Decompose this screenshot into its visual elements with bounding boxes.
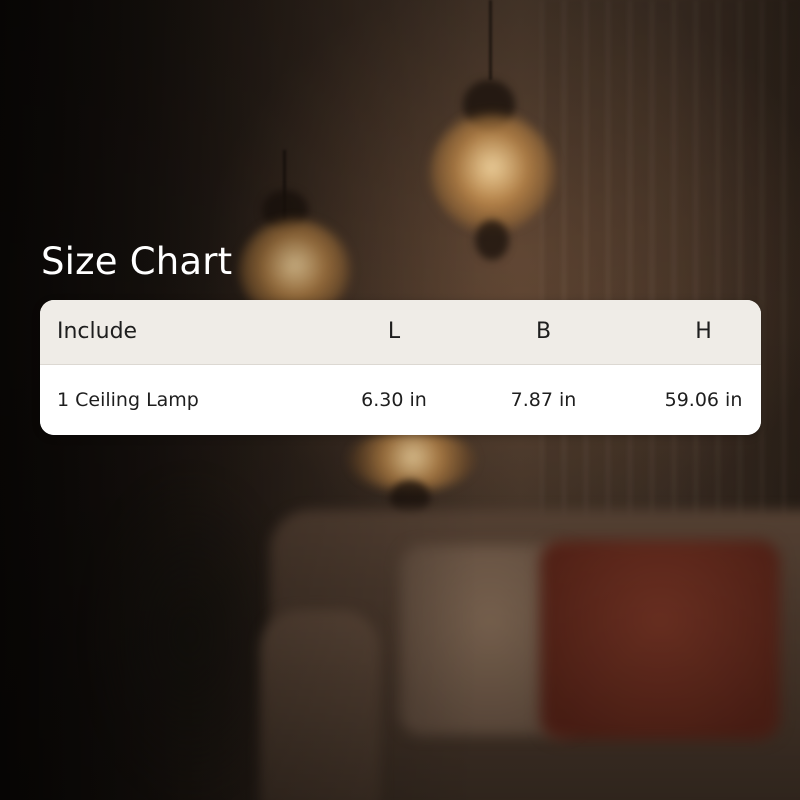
cell-include: 1 Ceiling Lamp — [57, 388, 199, 411]
table-body: 1 Ceiling Lamp 6.30 in 7.87 in 59.06 in — [40, 364, 761, 435]
cell-length: 6.30 in — [361, 388, 427, 411]
background-photo: Size Chart Include L B H 1 Ceiling Lamp … — [0, 0, 800, 800]
header-height: H — [622, 300, 761, 365]
header-length: L — [323, 300, 465, 365]
table-header: Include L B H — [40, 300, 761, 365]
header-include: Include — [40, 300, 323, 365]
table-header-row: Include L B H — [40, 300, 761, 365]
table-row: 1 Ceiling Lamp 6.30 in 7.87 in 59.06 in — [40, 364, 761, 435]
size-chart-title: Size Chart — [41, 240, 233, 283]
cell-breadth: 7.87 in — [510, 388, 577, 411]
header-breadth: B — [465, 300, 622, 365]
cell-height: 59.06 in — [664, 388, 743, 411]
size-chart-table-card: Include L B H 1 Ceiling Lamp 6.30 in 7.8… — [40, 300, 761, 435]
size-chart-table: Include L B H 1 Ceiling Lamp 6.30 in 7.8… — [40, 300, 761, 435]
